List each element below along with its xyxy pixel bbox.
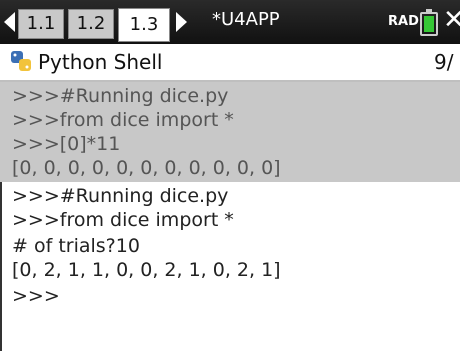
- tab-1-1[interactable]: 1.1: [18, 9, 64, 39]
- python-icon: [11, 51, 31, 71]
- shell-line: >>>from dice import *: [12, 209, 234, 231]
- app-header: Python Shell 9/: [0, 44, 460, 82]
- angle-mode-indicator: RAD: [388, 14, 419, 29]
- shell-output[interactable]: >>>#Running dice.py >>>from dice import …: [0, 82, 460, 351]
- page-counter: 9/: [434, 50, 454, 74]
- shell-line: >>>#Running dice.py: [12, 185, 229, 207]
- nav-right-icon[interactable]: [176, 12, 187, 32]
- tab-1-2[interactable]: 1.2: [68, 9, 114, 39]
- history-line: >>>from dice import *: [12, 109, 234, 131]
- history-line: [0, 0, 0, 0, 0, 0, 0, 0, 0, 0, 0]: [12, 157, 281, 179]
- shell-line: # of trials?10: [12, 235, 140, 257]
- app-title: Python Shell: [38, 50, 163, 74]
- document-title: *U4APP: [212, 9, 280, 30]
- history-line: >>>#Running dice.py: [12, 85, 229, 107]
- shell-prompt[interactable]: >>>: [12, 284, 60, 308]
- history-line: >>>[0]*11: [12, 133, 121, 155]
- battery-icon: [420, 9, 438, 36]
- history-block[interactable]: >>>#Running dice.py >>>from dice import …: [0, 82, 460, 182]
- close-icon[interactable]: ✕: [443, 6, 460, 34]
- tab-1-3[interactable]: 1.3: [118, 8, 170, 42]
- nav-left-icon[interactable]: [4, 12, 15, 32]
- title-bar: 1.1 1.2 1.3 *U4APP RAD ✕: [0, 0, 460, 44]
- shell-line: [0, 2, 1, 1, 0, 0, 2, 1, 0, 2, 1]: [12, 259, 281, 281]
